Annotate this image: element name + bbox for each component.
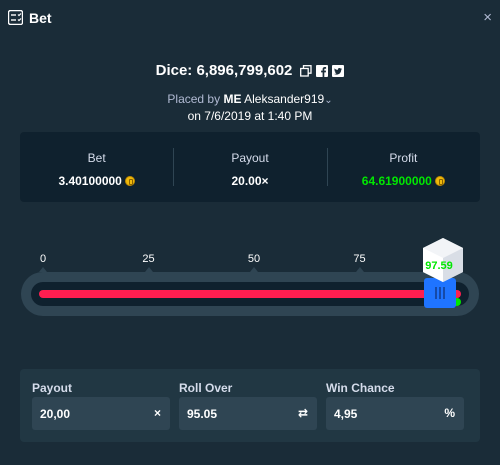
slider-track-container bbox=[31, 282, 469, 306]
close-icon[interactable]: × bbox=[483, 9, 492, 26]
slider-tick-label: 0 bbox=[39, 253, 47, 265]
stat-profit-label: Profit bbox=[389, 151, 418, 165]
roll-over-label: Roll Over bbox=[179, 381, 233, 395]
stat-payout-label: Payout bbox=[231, 151, 269, 165]
multiplier-icon: × bbox=[153, 406, 161, 420]
result-value: 97.59 bbox=[425, 260, 453, 272]
username-link[interactable]: Aleksander919 bbox=[244, 92, 324, 106]
stat-profit: Profit 64.61900000 bbox=[326, 132, 480, 202]
stat-payout-value-row: 20.00× bbox=[173, 174, 326, 188]
roll-slider bbox=[21, 272, 479, 316]
placed-by: Placed by ME Aleksander919⌄ bbox=[0, 92, 500, 106]
modal-header: Bet × bbox=[0, 0, 500, 36]
stat-bet: Bet 3.40100000 bbox=[20, 132, 173, 202]
coin-icon bbox=[434, 176, 445, 186]
stat-profit-value-row: 64.61900000 bbox=[327, 174, 480, 188]
stat-payout: Payout 20.00× bbox=[173, 132, 326, 202]
payout-label: Payout bbox=[32, 381, 73, 395]
bet-date: on 7/6/2019 at 1:40 PM bbox=[187, 109, 313, 123]
slider-tick-label: 75 bbox=[353, 253, 366, 265]
stat-bet-value: 3.40100000 bbox=[58, 174, 122, 188]
slider-tick-label: 50 bbox=[247, 253, 261, 265]
slider-track-lose[interactable] bbox=[39, 290, 461, 306]
stat-bet-value-row: 3.40100000 bbox=[20, 174, 173, 188]
bet-settings-panel: Payout 20,00 × Roll Over 95.05 ⇄ Win Cha… bbox=[20, 369, 480, 442]
win-chance-label: Win Chance bbox=[326, 381, 395, 395]
stat-payout-value: 20.00× bbox=[231, 174, 269, 188]
grip-line bbox=[439, 287, 442, 299]
bet-slip-icon bbox=[8, 10, 23, 25]
percent-icon: % bbox=[444, 406, 455, 420]
copy-icon[interactable] bbox=[300, 64, 313, 77]
facebook-icon[interactable] bbox=[316, 64, 329, 77]
swap-icon[interactable]: ⇄ bbox=[298, 406, 308, 420]
bet-stats-panel: Bet 3.40100000 Payout 20.00× Profit 64.6… bbox=[20, 132, 480, 202]
user-badge: ME bbox=[223, 92, 242, 106]
roll-over-input[interactable]: 95.05 ⇄ bbox=[179, 397, 317, 430]
win-chance-input[interactable]: 4,95 % bbox=[326, 397, 464, 430]
twitter-icon[interactable] bbox=[332, 64, 345, 77]
payout-value: 20,00 bbox=[40, 407, 71, 421]
coin-icon bbox=[124, 176, 135, 186]
roll-over-value: 95.05 bbox=[187, 407, 218, 421]
game-id-label: Dice: 6,896,799,602 bbox=[155, 62, 293, 79]
modal-title: Bet bbox=[29, 10, 52, 26]
chevron-down-icon[interactable]: ⌄ bbox=[324, 95, 332, 106]
payout-input[interactable]: 20,00 × bbox=[32, 397, 170, 430]
grip-line bbox=[443, 287, 446, 299]
win-chance-value: 4,95 bbox=[334, 407, 358, 421]
grip-line bbox=[435, 287, 438, 299]
bet-game-id: Dice: 6,896,799,602 bbox=[0, 62, 500, 79]
placed-by-prefix: Placed by bbox=[167, 92, 221, 106]
stat-bet-label: Bet bbox=[87, 151, 106, 165]
stat-profit-value: 64.61900000 bbox=[361, 174, 432, 188]
slider-tick-label: 25 bbox=[142, 253, 155, 265]
